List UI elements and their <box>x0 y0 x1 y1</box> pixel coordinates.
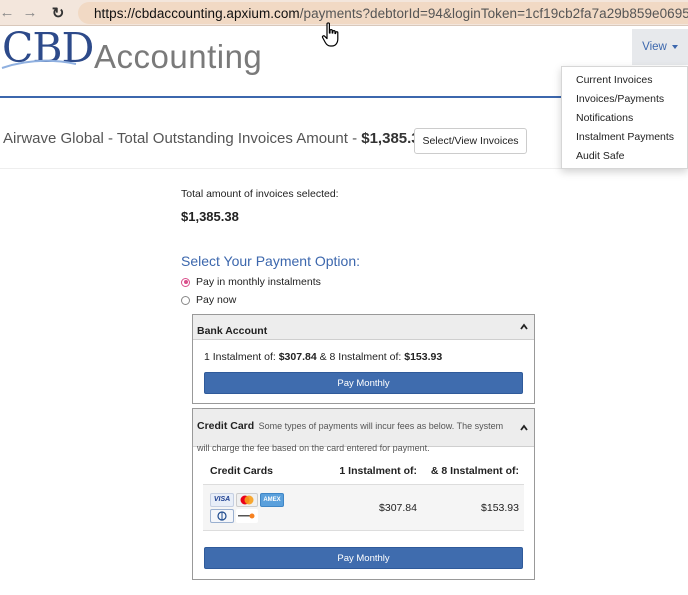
url-path: /payments?debtorId=94&loginToken=1cf19cb… <box>299 5 688 21</box>
table-header-row: Credit Cards 1 Instalment of: & 8 Instal… <box>203 457 524 485</box>
radio-option-monthly[interactable]: Pay in monthly instalments <box>181 276 321 288</box>
table-row: VISA AMEX $307.84 $153.93 <box>203 485 524 531</box>
chevron-up-icon[interactable] <box>520 424 528 432</box>
card-logos-cell: VISA AMEX <box>203 492 313 523</box>
diners-club-icon <box>210 508 234 523</box>
bank-pay-monthly-button[interactable]: Pay Monthly <box>204 372 523 394</box>
col-header-first-instalment: 1 Instalment of: <box>339 464 417 477</box>
menu-item-current-invoices[interactable]: Current Invoices <box>562 71 687 90</box>
view-dropdown-menu: Current Invoices Invoices/Payments Notif… <box>561 66 688 169</box>
credit-card-header[interactable]: Credit Card Some types of payments will … <box>193 409 534 453</box>
menu-item-notifications[interactable]: Notifications <box>562 109 687 128</box>
col-header-rest-instalment: & 8 Instalment of: <box>430 464 519 477</box>
total-selected-amount: $1,385.38 <box>181 209 239 224</box>
visa-card-icon: VISA <box>210 492 234 507</box>
menu-item-audit-safe[interactable]: Audit Safe <box>562 147 687 166</box>
page-title-prefix: Airwave Global - Total Outstanding Invoi… <box>3 130 362 147</box>
bank-line-mid: & 8 Instalment of: <box>316 351 405 363</box>
bank-account-header[interactable]: Bank Account <box>193 315 534 340</box>
view-menu-label: View <box>642 41 667 53</box>
bank-account-panel: Bank Account 1 Instalment of: $307.84 & … <box>192 314 535 404</box>
payment-option-heading: Select Your Payment Option: <box>181 253 360 269</box>
browser-toolbar: ← → ↻ https://cbdaccounting.apxium.com/p… <box>0 0 688 26</box>
logo-accounting: Accounting <box>94 38 263 75</box>
radio-pay-now-label: Pay now <box>196 294 237 306</box>
page-title: Airwave Global - Total Outstanding Invoi… <box>3 130 428 147</box>
bank-rest-amount: $153.93 <box>404 351 443 363</box>
logo-cbd: CBD <box>1 28 94 69</box>
bank-instalment-summary: 1 Instalment of: $307.84 & 8 Instalment … <box>204 351 442 363</box>
card-first-instalment-value: $307.84 <box>379 501 417 514</box>
discover-card-icon <box>236 508 258 523</box>
radio-monthly-label: Pay in monthly instalments <box>196 276 321 288</box>
mastercard-icon <box>236 492 258 507</box>
card-logos: VISA AMEX <box>210 492 286 523</box>
bank-line-pre: 1 Instalment of: <box>204 351 279 363</box>
bank-first-amount: $307.84 <box>278 351 317 363</box>
url-host: https://cbdaccounting.apxium.com <box>94 5 300 21</box>
col-header-credit-cards: Credit Cards <box>210 464 274 477</box>
chevron-up-icon[interactable] <box>520 323 528 331</box>
url-text: https://cbdaccounting.apxium.com/payment… <box>94 6 688 21</box>
total-selected-label: Total amount of invoices selected: <box>181 188 339 200</box>
card-rest-instalment-value: $153.93 <box>481 501 519 514</box>
logo-swoosh-icon <box>1 59 77 69</box>
menu-item-invoices-payments[interactable]: Invoices/Payments <box>562 90 687 109</box>
bank-account-title: Bank Account <box>197 325 268 337</box>
radio-pay-now[interactable] <box>181 295 190 305</box>
radio-monthly-selected[interactable] <box>181 277 190 287</box>
hand-cursor-icon <box>321 22 339 47</box>
address-bar[interactable]: https://cbdaccounting.apxium.com/payment… <box>78 2 688 24</box>
card-pay-monthly-button[interactable]: Pay Monthly <box>204 547 523 569</box>
view-menu-button[interactable]: View <box>632 29 688 65</box>
reload-icon[interactable]: ↻ <box>48 3 68 23</box>
caret-down-icon <box>671 45 678 49</box>
credit-card-title: Credit Card <box>197 420 255 432</box>
credit-card-table: Credit Cards 1 Instalment of: & 8 Instal… <box>203 457 524 531</box>
menu-item-instalment-payments[interactable]: Instalment Payments <box>562 128 687 147</box>
forward-arrow-icon[interactable]: → <box>20 3 40 23</box>
amex-card-icon: AMEX <box>260 492 284 507</box>
back-arrow-icon[interactable]: ← <box>0 3 15 23</box>
radio-option-pay-now[interactable]: Pay now <box>181 294 236 306</box>
select-view-invoices-button[interactable]: Select/View Invoices <box>414 128 527 154</box>
credit-card-panel: Credit Card Some types of payments will … <box>192 408 535 580</box>
